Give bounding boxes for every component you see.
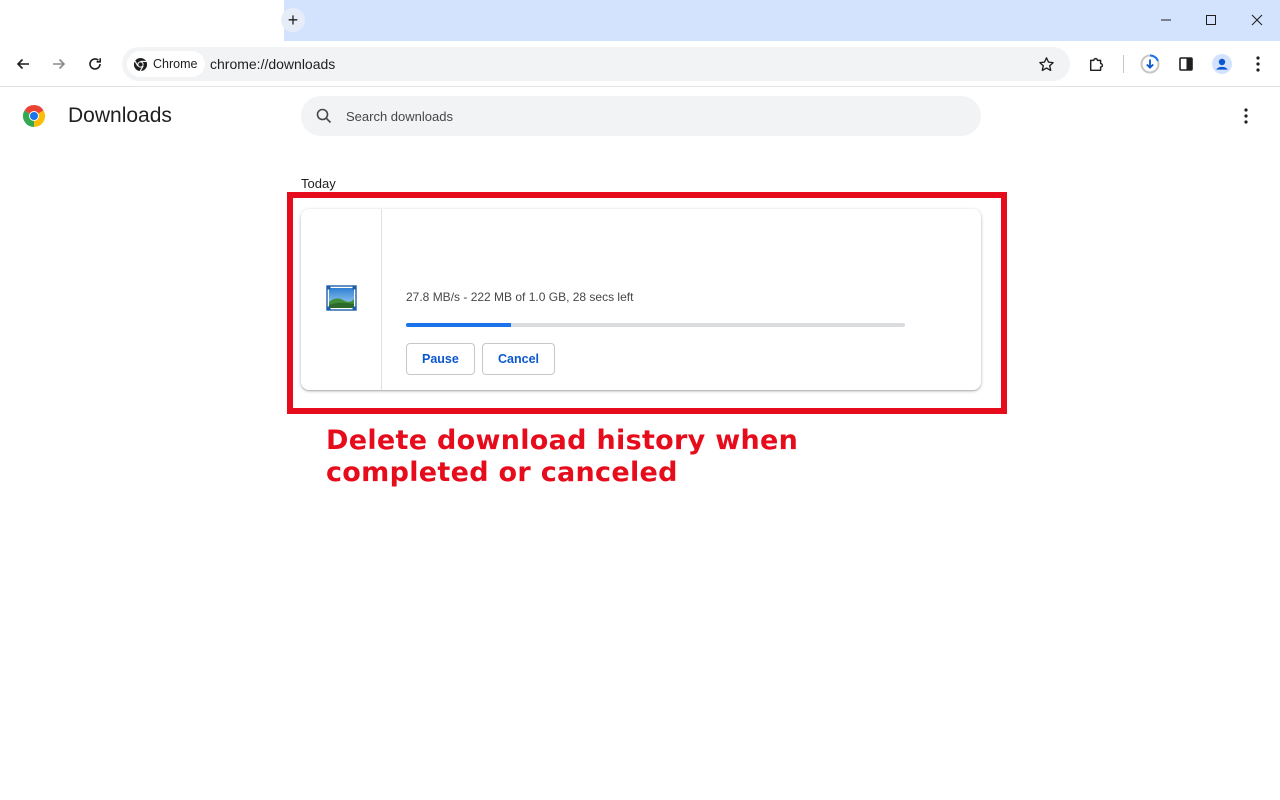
toolbar: Chrome chrome://downloads	[0, 41, 1280, 87]
page-title: Downloads	[68, 104, 172, 127]
minimize-icon	[1161, 19, 1171, 21]
download-progress-icon	[1140, 54, 1160, 74]
bookmark-button[interactable]	[1032, 50, 1060, 78]
arrow-left-icon	[16, 58, 29, 70]
search-input[interactable]	[346, 96, 966, 136]
new-tab-button[interactable]: +	[281, 8, 305, 32]
browser-menu-button[interactable]	[1244, 50, 1272, 78]
chrome-logo-icon	[133, 57, 148, 71]
arrow-right-icon	[53, 58, 66, 70]
url-text: chrome://downloads	[210, 56, 336, 72]
annotation-highlight-box	[287, 192, 1007, 414]
toolbar-separator	[1123, 55, 1124, 73]
minimize-button[interactable]	[1151, 6, 1181, 34]
forward-button[interactable]	[45, 50, 73, 78]
tab-strip: +	[0, 0, 1280, 41]
downloads-header: Downloads	[0, 88, 1280, 144]
more-vert-icon	[1256, 56, 1260, 72]
side-panel-button[interactable]	[1172, 50, 1200, 78]
site-info-chip[interactable]: Chrome	[127, 51, 206, 77]
back-button[interactable]	[9, 50, 37, 78]
puzzle-icon	[1089, 57, 1104, 72]
star-icon	[1038, 56, 1054, 71]
search-box[interactable]	[301, 96, 981, 136]
reload-button[interactable]	[81, 50, 109, 78]
reload-icon	[89, 58, 101, 70]
date-group-label: Today	[301, 176, 336, 191]
address-bar[interactable]: Chrome chrome://downloads	[122, 47, 1070, 81]
close-icon	[1251, 14, 1263, 26]
page-menu-button[interactable]	[1234, 104, 1258, 128]
search-icon	[316, 108, 332, 124]
plus-icon: +	[287, 10, 299, 30]
maximize-button[interactable]	[1196, 6, 1226, 34]
chrome-logo-icon	[22, 105, 46, 127]
browser-window: + Chrome chrome://downloads Downloads Se…	[0, 0, 1280, 800]
annotation-text: Delete download history when completed o…	[326, 425, 799, 488]
more-vert-icon	[1244, 108, 1248, 124]
downloads-button[interactable]	[1136, 50, 1164, 78]
extensions-button[interactable]	[1083, 50, 1111, 78]
site-chip-label: Chrome	[153, 57, 198, 71]
close-window-button[interactable]	[1242, 6, 1272, 34]
side-panel-icon	[1179, 57, 1193, 71]
maximize-icon	[1206, 15, 1216, 25]
active-tab[interactable]	[0, 0, 284, 41]
profile-button[interactable]	[1208, 50, 1236, 78]
avatar-icon	[1212, 54, 1232, 74]
